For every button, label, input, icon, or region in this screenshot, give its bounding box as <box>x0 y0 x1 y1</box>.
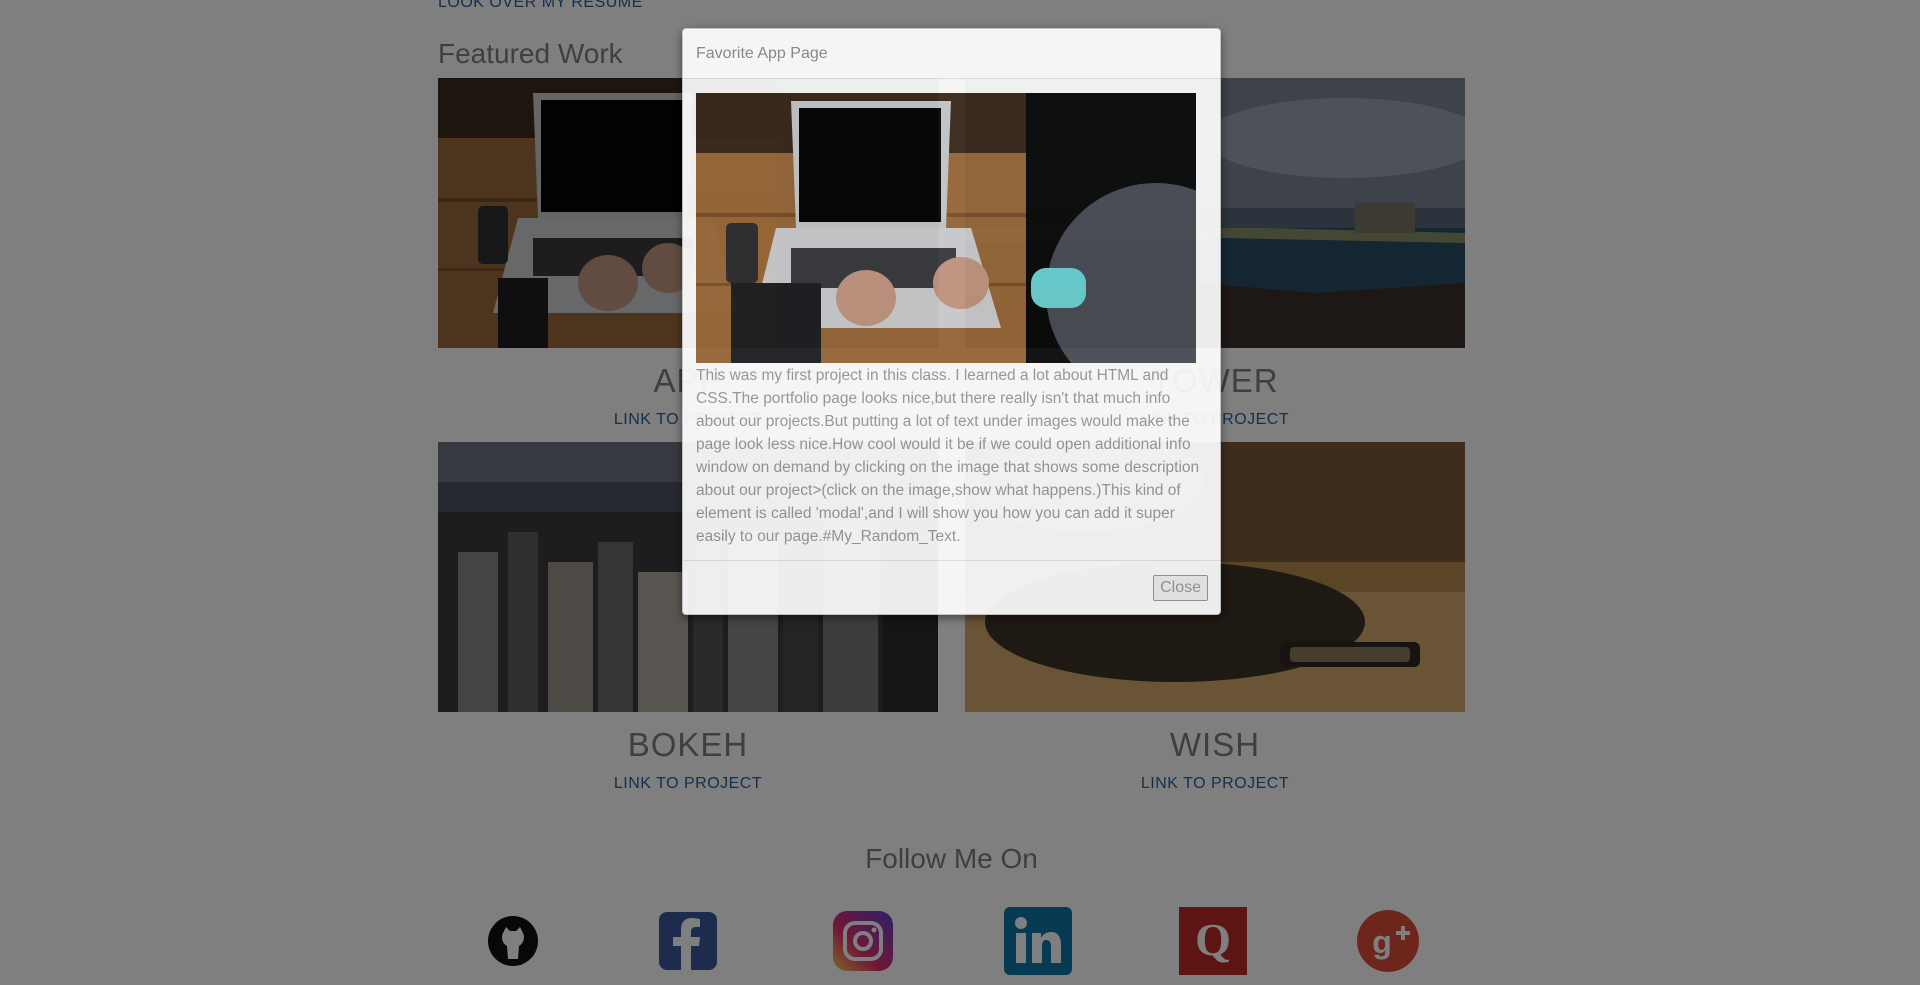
modal-footer: Close <box>683 560 1220 614</box>
modal-title: Favorite App Page <box>683 29 1220 79</box>
close-button[interactable]: Close <box>1153 575 1208 601</box>
modal-description: This was my first project in this class.… <box>696 367 1200 545</box>
modal-image <box>696 93 1196 363</box>
project-modal: Favorite App Page This was my first proj… <box>682 28 1221 615</box>
portfolio-page: LOOK OVER MY RESUME Featured Work APP LI… <box>0 0 1920 985</box>
